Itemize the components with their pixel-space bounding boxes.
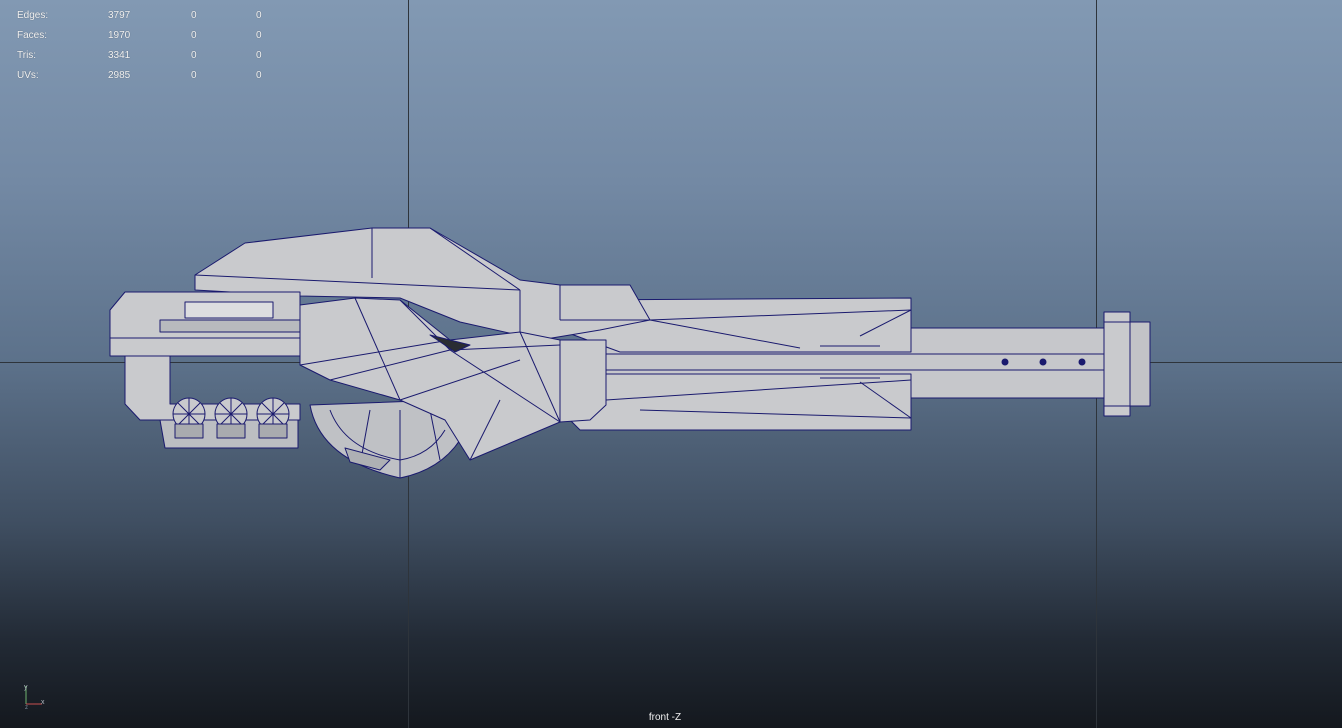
mesh-ammo-knob[interactable] bbox=[172, 397, 206, 439]
mesh-lower-barrel[interactable] bbox=[559, 373, 912, 431]
mesh-rivet bbox=[1001, 358, 1009, 366]
axis-y-label: y bbox=[24, 684, 28, 691]
mesh-rivet bbox=[1039, 358, 1047, 366]
axis-gizmo-icon: y x z bbox=[24, 684, 45, 710]
camera-name-label: front -Z bbox=[648, 712, 682, 723]
weapon-mesh[interactable] bbox=[0, 0, 1342, 728]
mesh-ammo-knob[interactable] bbox=[256, 397, 290, 439]
axis-z-label: z bbox=[25, 705, 28, 710]
modeling-viewport[interactable]: Edges: 3797 0 0 Faces: 1970 0 0 Tris: 33… bbox=[0, 0, 1342, 728]
mesh-ammo-knob[interactable] bbox=[214, 397, 248, 439]
mesh-end-cap-outer[interactable] bbox=[1129, 321, 1151, 407]
mesh-end-cap[interactable] bbox=[1103, 311, 1131, 417]
axis-x-label: x bbox=[41, 699, 45, 706]
mesh-rivet bbox=[1078, 358, 1086, 366]
